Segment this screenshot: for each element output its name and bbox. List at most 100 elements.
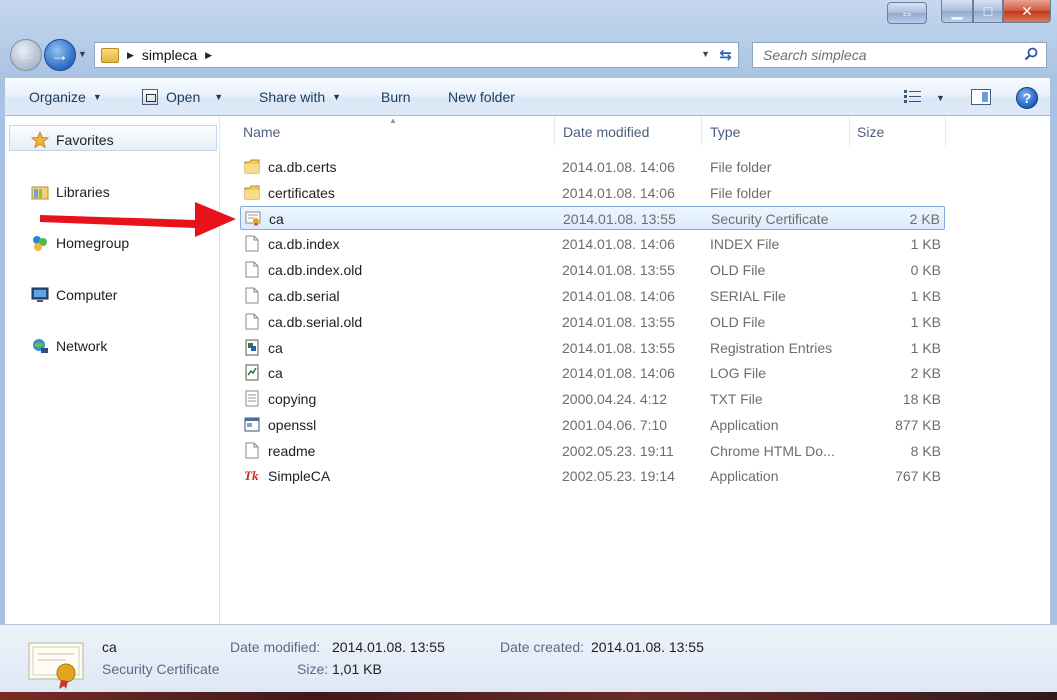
content-area: Favorites Libraries Homegroup Computer N…: [5, 116, 1050, 624]
details-file-name: ca: [102, 639, 117, 655]
file-date: 2014.01.08. 14:06: [562, 159, 675, 175]
file-list: ▲ Name Date modified Type Size ca.db.cer…: [220, 116, 1050, 624]
certificate-icon: [245, 211, 261, 226]
file-icon: [245, 287, 259, 304]
maximize-button[interactable]: □: [973, 0, 1003, 23]
file-type: Application: [710, 417, 779, 433]
file-type: File folder: [710, 159, 772, 175]
file-row[interactable]: ca.db.index 2014.01.08. 14:06 INDEX File…: [240, 232, 945, 256]
nav-item-computer[interactable]: Computer: [30, 286, 117, 304]
organize-button[interactable]: Organize ▼: [29, 89, 102, 105]
help-icon[interactable]: ?: [1016, 87, 1038, 109]
file-type: TXT File: [710, 391, 763, 407]
file-date: 2014.01.08. 14:06: [562, 365, 675, 381]
forward-button[interactable]: →: [44, 39, 76, 71]
column-name[interactable]: Name: [243, 124, 280, 140]
file-row[interactable]: Tk SimpleCA 2002.05.23. 19:14 Applicatio…: [240, 464, 945, 488]
file-date: 2000.04.24. 4:12: [562, 391, 668, 407]
file-name: readme: [268, 443, 316, 459]
application-icon: [244, 417, 260, 432]
chevron-right-icon[interactable]: ▶: [127, 50, 134, 61]
file-size: 2 KB: [909, 211, 940, 227]
arrow-left-icon: ←: [17, 44, 35, 65]
close-icon: ✕: [1021, 2, 1033, 19]
file-type: OLD File: [710, 262, 766, 278]
share-with-label: Share with: [259, 89, 326, 105]
views-dropdown-chevron-icon[interactable]: ▼: [936, 93, 945, 103]
file-date: 2014.01.08. 14:06: [562, 288, 675, 304]
search-input[interactable]: [761, 46, 1020, 64]
burn-label: Burn: [381, 89, 411, 105]
file-row[interactable]: readme 2002.05.23. 19:11 Chrome HTML Do.…: [240, 439, 945, 463]
column-divider[interactable]: [945, 116, 946, 146]
open-button[interactable]: Open ▼: [142, 89, 223, 105]
file-name: ca.db.certs: [268, 159, 337, 175]
file-name: SimpleCA: [268, 468, 331, 484]
file-type: OLD File: [710, 314, 766, 330]
file-row[interactable]: ca.db.serial.old 2014.01.08. 13:55 OLD F…: [240, 310, 945, 334]
burn-button[interactable]: Burn: [381, 89, 411, 105]
file-name: ca.db.serial: [268, 288, 340, 304]
nav-item-label: Favorites: [56, 132, 114, 148]
file-name: ca: [268, 365, 283, 381]
resize-handle-button[interactable]: ⇔: [887, 2, 927, 24]
file-row[interactable]: ca 2014.01.08. 14:06 LOG File 2 KB: [240, 361, 945, 385]
refresh-icon[interactable]: ⇆: [719, 46, 732, 64]
file-date: 2002.05.23. 19:14: [562, 468, 675, 484]
file-name: ca: [269, 211, 284, 227]
column-date-modified[interactable]: Date modified: [563, 124, 649, 140]
file-type: Chrome HTML Do...: [710, 443, 835, 459]
file-icon: [245, 235, 259, 252]
column-divider[interactable]: [701, 116, 702, 146]
details-date-modified: 2014.01.08. 13:55: [332, 639, 445, 655]
column-type[interactable]: Type: [710, 124, 740, 140]
file-row[interactable]: certificates 2014.01.08. 14:06 File fold…: [240, 181, 945, 205]
preview-pane-icon[interactable]: [971, 89, 991, 105]
chevron-down-icon: ▼: [92, 92, 102, 102]
breadcrumb-simpleca[interactable]: simpleca: [142, 47, 197, 63]
views-icon[interactable]: [904, 90, 922, 104]
open-icon: [142, 89, 158, 105]
details-date-created: 2014.01.08. 13:55: [591, 639, 704, 655]
share-with-button[interactable]: Share with ▼: [259, 89, 341, 105]
nav-item-libraries[interactable]: Libraries: [30, 183, 110, 201]
column-divider[interactable]: [554, 116, 555, 146]
folder-icon: [244, 185, 260, 200]
search-box: [752, 42, 1047, 68]
minimize-button[interactable]: ▁: [941, 0, 973, 23]
navigation-pane[interactable]: Favorites Libraries Homegroup Computer N…: [5, 116, 220, 624]
file-row[interactable]: copying 2000.04.24. 4:12 TXT File 18 KB: [240, 387, 945, 411]
nav-item-favorites[interactable]: Favorites: [30, 131, 114, 149]
details-size-label: Size:: [297, 661, 329, 677]
file-size: 1 KB: [910, 314, 941, 330]
new-folder-button[interactable]: New folder: [448, 89, 515, 105]
file-date: 2014.01.08. 13:55: [562, 340, 675, 356]
chevron-right-icon[interactable]: ▶: [205, 50, 212, 61]
recent-pages-dropdown[interactable]: ▼: [78, 49, 87, 59]
file-row[interactable]: ca.db.index.old 2014.01.08. 13:55 OLD Fi…: [240, 258, 945, 282]
file-size: 877 KB: [895, 417, 941, 433]
file-type: Security Certificate: [711, 211, 829, 227]
address-bar[interactable]: ▶ simpleca ▶ ▼ ⇆: [94, 42, 739, 68]
chevron-down-icon: ▼: [214, 92, 224, 102]
nav-item-network[interactable]: Network: [30, 337, 107, 355]
file-row-selected[interactable]: ca 2014.01.08. 13:55 Security Certificat…: [240, 206, 945, 230]
close-button[interactable]: ✕: [1003, 0, 1051, 23]
search-icon[interactable]: [1024, 47, 1038, 61]
back-button[interactable]: ←: [10, 39, 42, 71]
file-type: Application: [710, 468, 779, 484]
file-type: SERIAL File: [710, 288, 786, 304]
file-row[interactable]: ca.db.certs 2014.01.08. 14:06 File folde…: [240, 155, 945, 179]
file-row[interactable]: openssl 2001.04.06. 7:10 Application 877…: [240, 413, 945, 437]
file-date: 2014.01.08. 14:06: [562, 185, 675, 201]
file-size: 1 KB: [910, 236, 941, 252]
file-type: Registration Entries: [710, 340, 833, 356]
red-arrow-annotation-icon: [40, 202, 236, 237]
column-divider[interactable]: [849, 116, 850, 146]
folder-icon: [244, 159, 260, 174]
file-row[interactable]: ca 2014.01.08. 13:55 Registration Entrie…: [240, 336, 945, 360]
file-name: copying: [268, 391, 317, 407]
column-size[interactable]: Size: [857, 124, 884, 140]
address-history-dropdown[interactable]: ▼: [701, 49, 710, 59]
file-row[interactable]: ca.db.serial 2014.01.08. 14:06 SERIAL Fi…: [240, 284, 945, 308]
